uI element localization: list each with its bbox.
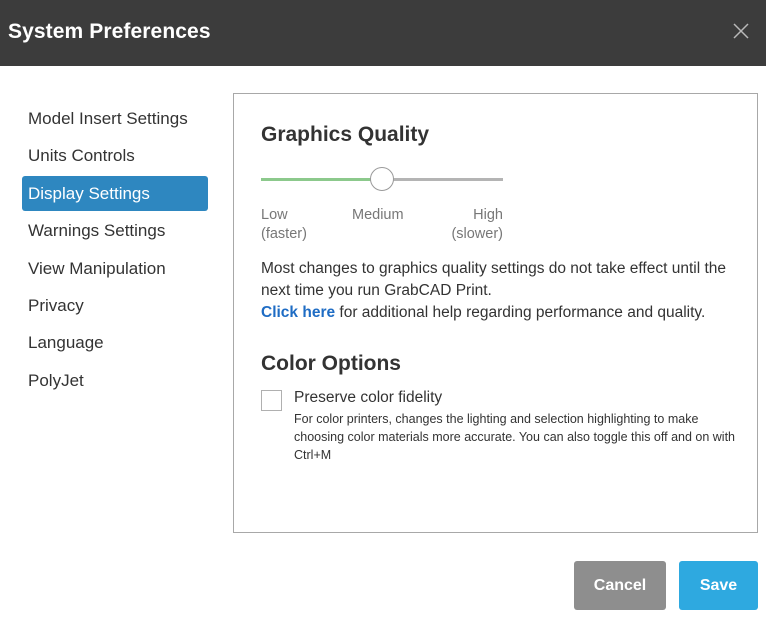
slider-label-medium: Medium [352, 206, 404, 225]
preserve-color-fidelity-label[interactable]: Preserve color fidelity [294, 389, 442, 407]
graphics-quality-slider[interactable] [261, 167, 503, 191]
close-icon[interactable] [730, 20, 752, 42]
level-low-label: Low [261, 207, 288, 223]
sidebar-item-view-manipulation[interactable]: View Manipulation [22, 251, 208, 286]
sidebar-item-model-insert-settings[interactable]: Model Insert Settings [22, 101, 208, 136]
help-link-suffix: for additional help regarding performanc… [335, 304, 706, 321]
title-bar: System Preferences [0, 0, 766, 66]
slider-fill [261, 178, 382, 181]
preserve-color-fidelity-checkbox[interactable] [261, 390, 282, 411]
level-medium-label: Medium [352, 207, 404, 223]
sidebar-item-language[interactable]: Language [22, 325, 208, 360]
level-high-label: High [473, 207, 503, 223]
sidebar-item-units-controls[interactable]: Units Controls [22, 138, 208, 173]
window-title: System Preferences [8, 20, 211, 43]
graphics-description: Most changes to graphics quality setting… [261, 258, 741, 324]
graphics-description-text: Most changes to graphics quality setting… [261, 260, 726, 299]
level-low-sublabel: (faster) [261, 226, 307, 242]
sidebar-item-display-settings[interactable]: Display Settings [22, 175, 208, 211]
graphics-quality-heading: Graphics Quality [261, 123, 430, 146]
settings-sidebar: Model Insert Settings Units Controls Dis… [22, 101, 208, 400]
slider-label-low: Low (faster) [261, 206, 307, 244]
cancel-button[interactable]: Cancel [574, 561, 666, 610]
slider-thumb[interactable] [370, 167, 394, 191]
preserve-color-fidelity-description: For color printers, changes the lighting… [294, 412, 736, 462]
color-options-heading: Color Options [261, 352, 401, 375]
sidebar-item-polyjet[interactable]: PolyJet [22, 363, 208, 398]
sidebar-item-privacy[interactable]: Privacy [22, 288, 208, 323]
help-link[interactable]: Click here [261, 304, 335, 321]
sidebar-item-warnings-settings[interactable]: Warnings Settings [22, 213, 208, 248]
slider-label-high: High (slower) [445, 206, 503, 244]
display-settings-panel: Graphics Quality Low (faster) Medium Hig… [233, 93, 758, 533]
close-icon-glyph [733, 23, 749, 39]
level-high-sublabel: (slower) [451, 226, 503, 242]
save-button[interactable]: Save [679, 561, 758, 610]
